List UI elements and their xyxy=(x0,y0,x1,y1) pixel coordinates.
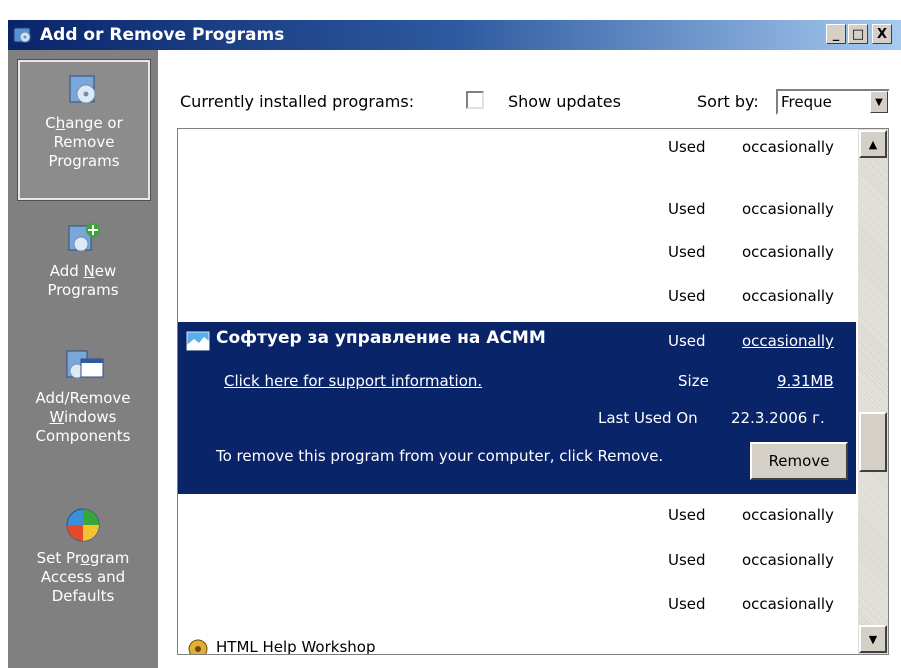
used-label: Used xyxy=(668,332,706,350)
used-label: Used xyxy=(668,551,706,569)
list-item[interactable]: Used occasionally xyxy=(178,234,856,274)
scroll-up-icon[interactable]: ▲ xyxy=(859,130,887,158)
show-updates-checkbox[interactable] xyxy=(466,91,484,109)
sidebar-label-line2: Programs xyxy=(47,281,119,299)
sidebar-label-part: ange or xyxy=(65,114,123,132)
program-list[interactable]: Used occasionally Used occasionally Used… xyxy=(177,128,889,655)
sidebar-label-accel: N xyxy=(83,262,95,280)
sort-by-label: Sort by: xyxy=(697,92,759,111)
last-used-value: 22.3.2006 г. xyxy=(731,409,825,427)
sidebar-label-accel: W xyxy=(49,408,65,426)
sidebar-label-line1: Add/Remove xyxy=(35,389,131,407)
used-label: Used xyxy=(668,138,706,156)
used-label: Used xyxy=(668,595,706,613)
sidebar-label-accel: o xyxy=(80,549,90,567)
installed-programs-label: Currently installed programs: xyxy=(180,92,415,111)
list-item[interactable]: Used occasionally xyxy=(178,542,856,582)
sidebar-label-accel: h xyxy=(55,114,66,132)
list-item[interactable]: Used occasionally xyxy=(178,497,856,537)
support-info-link[interactable]: Click here for support information. xyxy=(224,372,482,390)
sidebar-label-line3: Defaults xyxy=(51,587,115,605)
selected-program-row[interactable]: Софтуер за управление на АСММ Used occas… xyxy=(178,322,856,494)
sidebar-item-program-access[interactable]: Set Program Access and Defaults xyxy=(8,505,158,606)
show-updates-label[interactable]: Show updates xyxy=(508,92,621,111)
minimize-button[interactable]: _ xyxy=(826,24,846,44)
sidebar-label-part: ew xyxy=(94,262,117,280)
title-bar-area: Add or Remove Programs _ □ X xyxy=(0,0,901,50)
list-item[interactable]: HTML Help Workshop xyxy=(178,635,856,655)
sidebar-label-line3: Programs xyxy=(48,152,120,170)
maximize-button[interactable]: □ xyxy=(848,24,868,44)
add-new-programs-icon xyxy=(68,223,100,252)
frequency-value: occasionally xyxy=(742,551,834,569)
program-name: HTML Help Workshop xyxy=(216,638,376,655)
used-label: Used xyxy=(668,287,706,305)
sidebar-label-line3: Components xyxy=(35,427,131,445)
frequency-value: occasionally xyxy=(742,287,834,305)
chevron-down-icon[interactable]: ▼ xyxy=(870,91,888,113)
size-value[interactable]: 9.31MB xyxy=(777,372,834,390)
change-remove-programs-icon xyxy=(69,75,96,104)
program-icon xyxy=(186,331,210,351)
scroll-down-icon[interactable]: ▼ xyxy=(859,625,887,653)
sidebar-label-part: gram xyxy=(89,549,130,567)
list-item[interactable]: Used occasionally xyxy=(178,586,856,626)
used-label: Used xyxy=(668,506,706,524)
help-workshop-icon xyxy=(188,639,208,654)
sidebar: Change or Remove Programs Add New Progra… xyxy=(8,50,158,668)
scrollbar-thumb[interactable] xyxy=(859,412,887,472)
vertical-scrollbar[interactable]: ▲ ▼ xyxy=(858,129,888,654)
sidebar-label-part: Add xyxy=(49,262,84,280)
windows-components-icon xyxy=(66,350,104,379)
add-remove-programs-app-icon xyxy=(13,27,31,43)
list-item[interactable]: Used occasionally xyxy=(178,278,856,318)
frequency-link[interactable]: occasionally xyxy=(742,332,834,350)
window-title: Add or Remove Programs xyxy=(40,25,285,45)
sidebar-label-line2: Access and xyxy=(40,568,126,586)
sidebar-item-change-remove[interactable]: Change or Remove Programs xyxy=(17,59,151,201)
list-item[interactable]: Used occasionally xyxy=(178,129,856,169)
sidebar-label-part: Set Pr xyxy=(36,549,81,567)
sidebar-label-part: C xyxy=(45,114,56,132)
frequency-value: occasionally xyxy=(742,138,834,156)
program-name: Софтуер за управление на АСММ xyxy=(216,328,546,348)
sidebar-item-add-new[interactable]: Add New Programs xyxy=(8,218,158,300)
remove-instructions: To remove this program from your compute… xyxy=(216,447,664,465)
used-label: Used xyxy=(668,243,706,261)
sidebar-item-windows-components[interactable]: Add/Remove Windows Components xyxy=(8,345,158,446)
frequency-value: occasionally xyxy=(742,243,834,261)
remove-button[interactable]: Remove xyxy=(750,442,848,480)
last-used-label: Last Used On xyxy=(598,409,698,427)
sidebar-label-line2: Remove xyxy=(53,133,115,151)
used-label: Used xyxy=(668,200,706,218)
sort-by-select[interactable]: Freque ▼ xyxy=(776,89,890,115)
close-button[interactable]: X xyxy=(872,24,892,44)
sidebar-label-part: indows xyxy=(64,408,117,426)
frequency-value: occasionally xyxy=(742,506,834,524)
program-access-defaults-icon xyxy=(66,508,100,542)
sort-by-value: Freque xyxy=(781,93,832,111)
list-item[interactable]: Used occasionally xyxy=(178,191,856,231)
frequency-value: occasionally xyxy=(742,595,834,613)
size-label: Size xyxy=(678,372,709,390)
frequency-value: occasionally xyxy=(742,200,834,218)
